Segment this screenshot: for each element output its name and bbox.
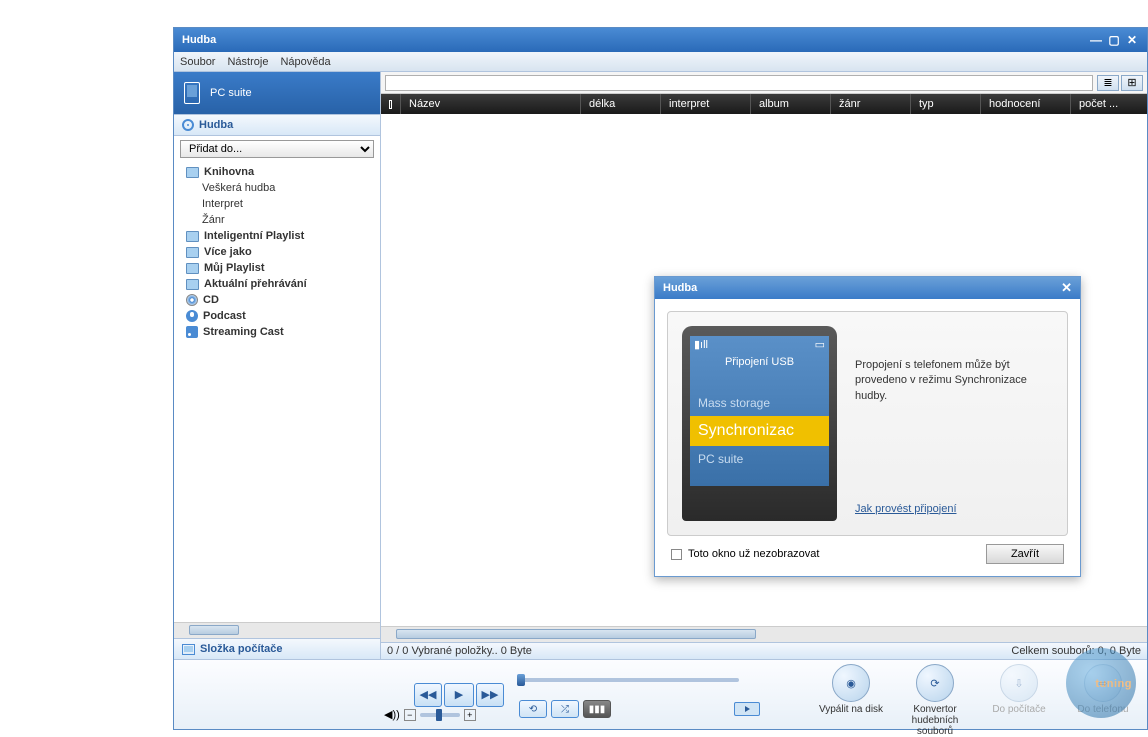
- menu-file[interactable]: Soubor: [180, 56, 215, 68]
- menu-tools[interactable]: Nástroje: [227, 56, 268, 68]
- view-grid-button[interactable]: ⊞: [1121, 75, 1143, 91]
- section-computer-folder[interactable]: Složka počítače: [174, 638, 380, 659]
- col-length[interactable]: délka: [581, 94, 661, 114]
- connection-dialog: Hudba ✕ ▮ıll▭ Připojení USB Mass storage: [654, 276, 1081, 577]
- tree-cd[interactable]: CD: [180, 292, 374, 308]
- burn-action[interactable]: ◉ Vypálit na disk: [815, 664, 887, 737]
- status-right: Celkem souborů: 0, 0 Byte: [1011, 645, 1141, 657]
- menubar: Soubor Nástroje Nápověda: [174, 52, 1147, 72]
- window-title: Hudba: [182, 34, 216, 46]
- signal-icon: ▮ıll: [694, 338, 708, 351]
- to-pc-action[interactable]: ⇩ Do počítače: [983, 664, 1055, 737]
- col-genre[interactable]: žánr: [831, 94, 911, 114]
- statusbar: 0 / 0 Vybrané položky.. 0 Byte Celkem so…: [381, 642, 1147, 659]
- table-header: Název délka interpret album žánr typ hod…: [381, 94, 1147, 114]
- volume-slider[interactable]: [420, 713, 460, 717]
- titlebar[interactable]: Hudba — ▢ ✕: [174, 28, 1147, 52]
- col-checkbox[interactable]: [381, 94, 401, 114]
- tree-library[interactable]: Knihovna: [180, 164, 374, 180]
- phone-option-pcsuite: PC suite: [690, 446, 829, 472]
- convert-icon: ⟳: [930, 677, 939, 690]
- player-bar: ◀◀ ▶ ▶▶ ◀)) − + ⟲ ⤮ ▮▮▮ ◉ Vypálit na dis…: [174, 659, 1147, 729]
- rss-icon: [186, 326, 198, 338]
- section-hudba[interactable]: Hudba: [174, 114, 380, 136]
- close-icon[interactable]: ✕: [1125, 33, 1139, 47]
- tree-all-music[interactable]: Veškerá hudba: [180, 180, 374, 196]
- maximize-icon[interactable]: ▢: [1107, 33, 1121, 47]
- dialog-help-link[interactable]: Jak provést připojení: [855, 502, 957, 517]
- status-left: 0 / 0 Vybrané položky.. 0 Byte: [387, 645, 532, 657]
- main-scrollbar[interactable]: [381, 626, 1147, 642]
- folder-icon: [186, 247, 199, 258]
- monitor-icon: [182, 644, 195, 655]
- phone-option-mass: Mass storage: [690, 390, 829, 416]
- vol-down-button[interactable]: −: [404, 709, 416, 721]
- searchbar: ≣ ⊞: [381, 72, 1147, 94]
- search-input[interactable]: [385, 75, 1093, 91]
- target-icon: [182, 119, 194, 131]
- podcast-icon: [186, 310, 198, 322]
- col-rating[interactable]: hodnocení: [981, 94, 1071, 114]
- tree-now-playing[interactable]: Aktuální přehrávání: [180, 276, 374, 292]
- burn-icon: ◉: [846, 677, 856, 690]
- sidebar-scrollbar[interactable]: [174, 622, 380, 638]
- folder-icon: [186, 231, 199, 242]
- tree-smart-playlist[interactable]: Inteligentní Playlist: [180, 228, 374, 244]
- phone-graphic: ▮ıll▭ Připojení USB Mass storage Synchro…: [682, 326, 837, 521]
- tree-streaming[interactable]: Streaming Cast: [180, 324, 374, 340]
- pc-suite-label: PC suite: [210, 87, 252, 99]
- convert-action[interactable]: ⟳ Konvertor hudebních souborů: [899, 664, 971, 737]
- col-artist[interactable]: interpret: [661, 94, 751, 114]
- next-button[interactable]: ▶▶: [476, 683, 504, 707]
- eq-button[interactable]: ▮▮▮: [583, 700, 611, 718]
- sidebar: PC suite Hudba Přidat do... Knihovna Veš…: [174, 72, 381, 659]
- repeat-button[interactable]: ⟲: [519, 700, 547, 718]
- col-count[interactable]: počet ...: [1071, 94, 1147, 114]
- tree-more-like[interactable]: Více jako: [180, 244, 374, 260]
- close-button[interactable]: Zavřít: [986, 544, 1064, 564]
- table-body: Hudba ✕ ▮ıll▭ Připojení USB Mass storage: [381, 114, 1147, 626]
- col-album[interactable]: album: [751, 94, 831, 114]
- col-name[interactable]: Název: [401, 94, 581, 114]
- to-pc-icon: ⇩: [1014, 677, 1023, 690]
- prev-button[interactable]: ◀◀: [414, 683, 442, 707]
- phone-icon: [184, 82, 200, 104]
- dont-show-label: Toto okno už nezobrazovat: [688, 548, 819, 560]
- progress-slider[interactable]: [519, 678, 739, 682]
- dialog-message: Propojení s telefonem může být provedeno…: [855, 359, 1027, 402]
- play-button[interactable]: ▶: [444, 683, 474, 707]
- dont-show-checkbox[interactable]: [671, 549, 682, 560]
- tree-genre[interactable]: Žánr: [180, 212, 374, 228]
- col-type[interactable]: typ: [911, 94, 981, 114]
- to-phone-action[interactable]: ⇨ Do telefonu: [1067, 664, 1139, 737]
- folder-icon: [186, 279, 199, 290]
- to-phone-icon: ⇨: [1098, 677, 1107, 690]
- speaker-icon: ◀)): [384, 708, 400, 721]
- minimize-icon[interactable]: —: [1089, 33, 1103, 47]
- main-panel: ≣ ⊞ Název délka interpret album žánr typ…: [381, 72, 1147, 659]
- view-list-button[interactable]: ≣: [1097, 75, 1119, 91]
- battery-icon: ▭: [815, 338, 825, 351]
- folder-icon: [186, 263, 199, 274]
- tree-artist[interactable]: Interpret: [180, 196, 374, 212]
- main-window: Hudba — ▢ ✕ Soubor Nástroje Nápověda PC …: [173, 27, 1148, 730]
- dialog-close-icon[interactable]: ✕: [1061, 280, 1072, 296]
- dialog-titlebar[interactable]: Hudba ✕: [655, 277, 1080, 299]
- phone-option-sync: Synchronizac: [690, 416, 829, 446]
- tree-my-playlist[interactable]: Můj Playlist: [180, 260, 374, 276]
- menu-help[interactable]: Nápověda: [280, 56, 330, 68]
- pc-suite-header[interactable]: PC suite: [174, 72, 380, 114]
- add-to-dropdown[interactable]: Přidat do...: [180, 140, 374, 158]
- folder-icon: [186, 167, 199, 178]
- cd-icon: [186, 294, 198, 306]
- tree-podcast[interactable]: Podcast: [180, 308, 374, 324]
- shuffle-button[interactable]: ⤮: [551, 700, 579, 718]
- vol-up-button[interactable]: +: [464, 709, 476, 721]
- fullscreen-button[interactable]: [734, 702, 760, 716]
